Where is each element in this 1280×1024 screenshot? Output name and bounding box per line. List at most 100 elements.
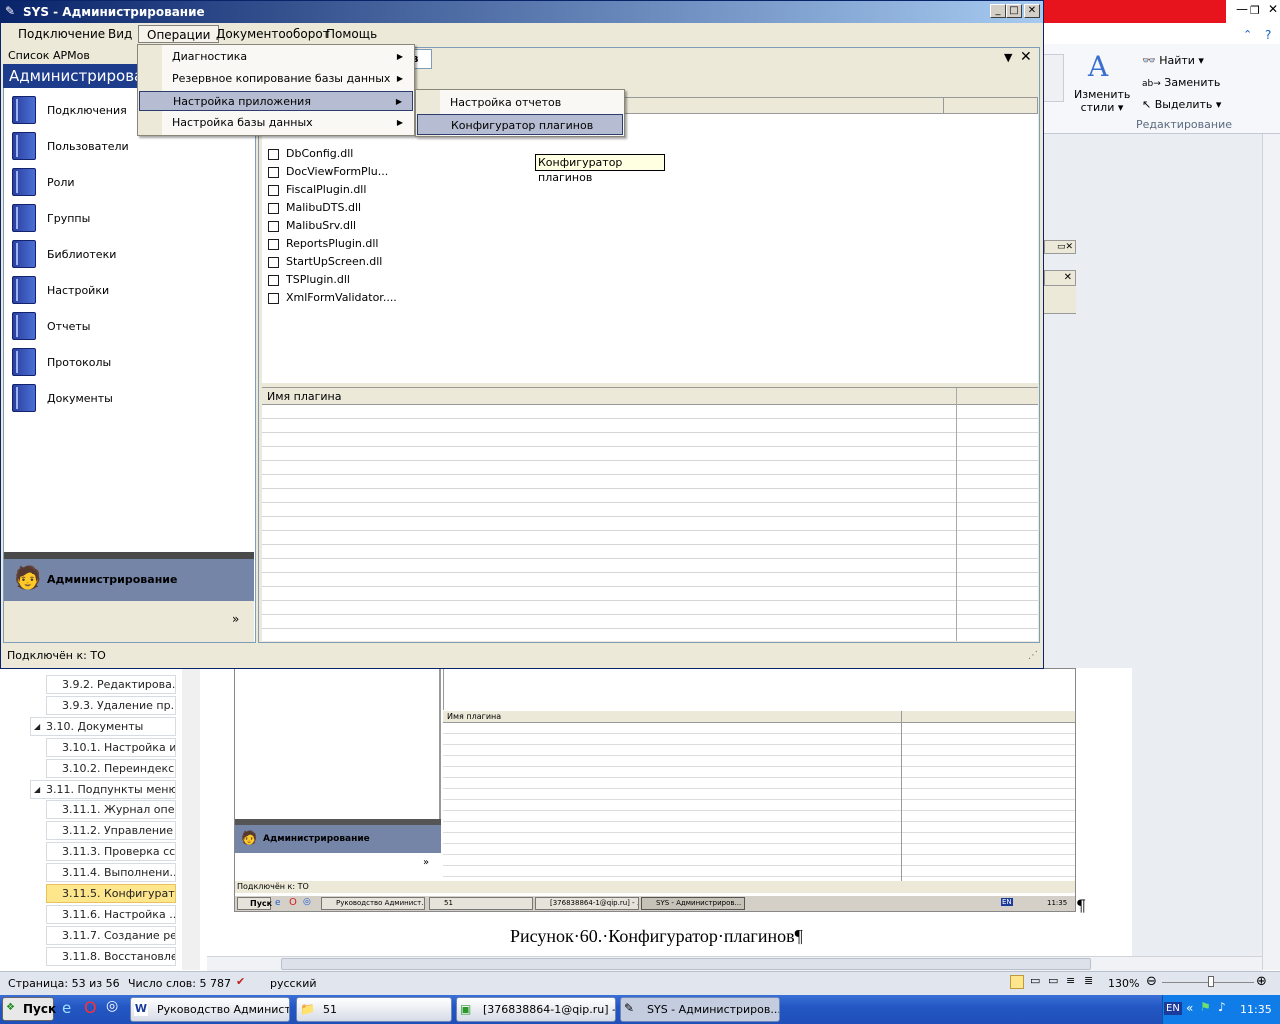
- ie-icon[interactable]: e: [62, 999, 71, 1017]
- arm-item[interactable]: Группы: [12, 204, 242, 234]
- menu-item-db-settings[interactable]: Настройка базы данных ▶: [139, 113, 413, 133]
- menu-item-backup[interactable]: Резервное копирование базы данных ▶: [139, 69, 413, 89]
- task-qip[interactable]: [376838864-1@qip.ru] - ...: [456, 997, 616, 1022]
- styles-gallery-scroll[interactable]: [1042, 54, 1064, 102]
- panel-splitter[interactable]: [4, 552, 254, 559]
- language-indicator-tray[interactable]: EN: [1164, 1002, 1182, 1015]
- hscroll-thumb[interactable]: [281, 958, 1091, 970]
- plugin-checkbox[interactable]: [268, 293, 279, 304]
- close-icon[interactable]: ✕: [1268, 2, 1278, 16]
- nav-heading-item[interactable]: 3.9.2. Редактирова...: [46, 675, 176, 694]
- plugin-grid-rows[interactable]: [262, 405, 1038, 641]
- arm-item-label: Настройки: [47, 284, 110, 297]
- arm-item[interactable]: Пользователи: [12, 132, 242, 162]
- nav-heading-item[interactable]: ◢ 3.10. Документы: [30, 716, 176, 736]
- plugin-checkbox[interactable]: [268, 185, 279, 196]
- menu-item-report-settings[interactable]: Настройка отчетов: [417, 92, 623, 113]
- nav-heading-item[interactable]: ◢ 3.11. Подпункты меню...: [30, 779, 176, 799]
- outline-icon[interactable]: ≡: [1066, 974, 1075, 987]
- arm-item[interactable]: Протоколы: [12, 348, 242, 378]
- zoom-out-icon[interactable]: ⊖: [1146, 974, 1157, 989]
- inner-task-word: Руководство Админист...: [321, 897, 425, 910]
- web-layout-icon[interactable]: ▭: [1048, 974, 1058, 987]
- plugin-checkbox[interactable]: [268, 149, 279, 160]
- change-styles-button[interactable]: Изменить стили ▾: [1074, 88, 1130, 114]
- inner-task-sys: SYS - Администриров...: [641, 897, 745, 910]
- restore-icon[interactable]: ❐: [1250, 4, 1260, 17]
- minimize-icon[interactable]: —: [1236, 2, 1248, 16]
- change-styles-icon[interactable]: A: [1088, 50, 1108, 83]
- tray-volume-icon[interactable]: ♪: [1218, 1000, 1226, 1014]
- find-button[interactable]: 👓 Найти ▾: [1142, 54, 1204, 67]
- proofing-icon[interactable]: ✔: [236, 975, 245, 988]
- replace-button[interactable]: ab→ Заменить: [1142, 76, 1220, 89]
- arm-item-label: Библиотеки: [47, 248, 117, 261]
- select-button[interactable]: ↖ Выделить ▾: [1142, 98, 1221, 111]
- nav-heading-item[interactable]: 3.10.2. Переиндекс...: [46, 758, 176, 778]
- word-count[interactable]: Число слов: 5 787: [128, 977, 231, 990]
- tray-network-icon[interactable]: ⚑: [1200, 1000, 1211, 1014]
- arm-item[interactable]: Библиотеки: [12, 240, 242, 270]
- plugin-checkbox[interactable]: [268, 257, 279, 268]
- nav-heading-item[interactable]: 3.11.1. Журнал опе...: [46, 800, 176, 820]
- menu-item-app-settings[interactable]: Настройка приложения ▶: [139, 91, 413, 111]
- draft-icon[interactable]: ≣: [1084, 974, 1093, 987]
- plugin-checkbox[interactable]: [268, 167, 279, 178]
- nav-heading-item[interactable]: 3.10.1. Настройка и...: [46, 737, 176, 757]
- opera-icon[interactable]: O: [84, 998, 97, 1017]
- arm-item[interactable]: Отчеты: [12, 312, 242, 342]
- menu-help[interactable]: Помощь: [318, 25, 385, 43]
- arm-item[interactable]: Документы: [12, 384, 242, 414]
- horizontal-scrollbar[interactable]: [207, 956, 1262, 971]
- ribbon-collapse-icon[interactable]: ⌃: [1243, 28, 1252, 41]
- plugin-checkbox[interactable]: [268, 221, 279, 232]
- task-sys[interactable]: SYS - Администриров...: [620, 997, 780, 1022]
- task-word[interactable]: Руководство Админист...: [130, 997, 290, 1022]
- window-close-button[interactable]: ✕: [1024, 4, 1040, 18]
- book-icon: [12, 168, 36, 196]
- arm-item[interactable]: Настройки: [12, 276, 242, 306]
- print-layout-icon[interactable]: [1010, 975, 1024, 989]
- collapse-triangle-icon[interactable]: ◢: [34, 718, 40, 735]
- plugin-checkbox[interactable]: [268, 275, 279, 286]
- help-icon[interactable]: ?: [1265, 28, 1271, 42]
- tab-close-icon[interactable]: ✕: [1020, 49, 1032, 65]
- zoom-level[interactable]: 130%: [1108, 977, 1139, 990]
- nav-scrollbar[interactable]: [182, 668, 200, 970]
- nav-heading-item[interactable]: 3.11.2. Управление ...: [46, 821, 176, 841]
- nav-heading-label: 3.11.6. Настройка ...: [62, 907, 176, 921]
- resize-grip-icon[interactable]: ⋰: [1028, 650, 1038, 661]
- menu-connection[interactable]: Подключение: [10, 25, 113, 43]
- nav-heading-label: 3.9.2. Редактирова...: [62, 678, 176, 691]
- arm-item[interactable]: Роли: [12, 168, 242, 198]
- window-minimize-button[interactable]: _: [990, 4, 1006, 18]
- plugin-checkbox[interactable]: [268, 239, 279, 250]
- zoom-in-icon[interactable]: ⊕: [1256, 974, 1267, 989]
- nav-heading-item[interactable]: 3.11.8. Восстановле...: [46, 946, 176, 966]
- page-count[interactable]: Страница: 53 из 56: [8, 977, 120, 990]
- language-indicator[interactable]: русский: [270, 977, 317, 990]
- menu-view[interactable]: Вид: [100, 25, 140, 43]
- vertical-scrollbar[interactable]: [1262, 134, 1280, 970]
- expand-panel-icon[interactable]: »: [232, 612, 239, 626]
- full-screen-reading-icon[interactable]: ▭: [1030, 974, 1040, 987]
- qip-icon[interactable]: ◎: [106, 998, 118, 1014]
- menu-item-plugin-configurator[interactable]: Конфигуратор плагинов: [417, 114, 623, 135]
- zoom-slider-thumb[interactable]: [1208, 976, 1214, 987]
- task-folder[interactable]: 51: [296, 997, 452, 1022]
- nav-heading-item[interactable]: 3.11.7. Создание ре...: [46, 925, 176, 945]
- admin-section-button[interactable]: Администрирование: [4, 559, 254, 601]
- nav-heading-item[interactable]: 3.11.4. Выполнени...: [46, 863, 176, 883]
- nav-heading-item[interactable]: 3.11.3. Проверка сс...: [46, 842, 176, 862]
- nav-heading-item[interactable]: 3.9.3. Удаление пр...: [46, 695, 176, 715]
- panel-footer: [4, 601, 254, 642]
- collapse-triangle-icon[interactable]: ◢: [34, 781, 40, 798]
- tray-expand-icon[interactable]: «: [1186, 1001, 1193, 1015]
- tab-dropdown-icon[interactable]: ▼: [1004, 51, 1012, 64]
- window-maximize-button[interactable]: □: [1006, 4, 1022, 18]
- nav-heading-item[interactable]: 3.11.6. Настройка ...: [46, 904, 176, 924]
- plugin-checkbox[interactable]: [268, 203, 279, 214]
- book-icon: [12, 240, 36, 268]
- menu-item-diagnostics[interactable]: Диагностика ▶: [139, 47, 413, 67]
- nav-heading-item[interactable]: 3.11.5. Конфигурат...: [46, 884, 176, 903]
